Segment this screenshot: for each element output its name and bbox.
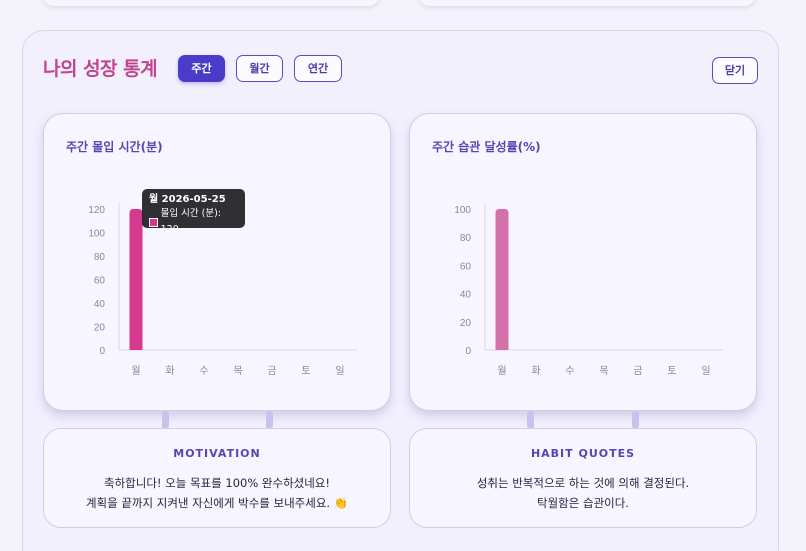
motivation-line-1: 축하합니다! 오늘 목표를 100% 완수하셨네요! [104, 476, 330, 490]
motivation-heading: MOTIVATION [173, 447, 261, 460]
focus-chart-x-tick: 수 [199, 365, 208, 377]
habit-chart-x-tick: 화 [531, 365, 540, 377]
focus-chart-y-tick: 0 [99, 346, 105, 357]
habit-chart-y-tick: 100 [454, 205, 471, 216]
habit-chart-x-tick: 금 [633, 365, 642, 377]
habit-chart-x-tick: 목 [599, 365, 608, 377]
close-button[interactable]: 닫기 [712, 57, 758, 84]
chart-tooltip: 월 2026-05-25 몰입 시간 (분): 120 [142, 189, 245, 235]
tab-weekly[interactable]: 주간 [178, 55, 225, 82]
tab-monthly[interactable]: 월간 [236, 55, 283, 82]
focus-chart-y-tick: 100 [88, 229, 105, 240]
focus-chart-x-tick: 월 [131, 365, 140, 377]
tooltip-row: 몰입 시간 (분): 120 [149, 206, 238, 238]
focus-chart-bar[interactable] [129, 209, 143, 350]
focus-chart-y-tick: 40 [94, 299, 106, 310]
motivation-card: MOTIVATION 축하합니다! 오늘 목표를 100% 완수하셨네요! 계획… [43, 428, 391, 528]
tooltip-label: 몰입 시간 (분): 120 [160, 208, 221, 235]
focus-chart-x-tick: 금 [267, 365, 276, 377]
habit-chart: 0 20 40 60 80 100 월 화 수 목 금 토 일 [454, 203, 723, 377]
habit-chart-x-tick: 토 [667, 366, 676, 377]
connector-right-2 [632, 411, 639, 429]
habit-chart-x-tick: 일 [701, 365, 710, 377]
connector-left-2 [266, 411, 273, 429]
habit-chart-bar[interactable] [495, 209, 509, 350]
connector-right-1 [527, 411, 534, 429]
habit-chart-y-tick: 80 [460, 233, 472, 244]
habit-chart-x-tick: 수 [565, 365, 574, 377]
focus-chart-x-tick: 일 [335, 365, 344, 377]
tab-yearly[interactable]: 연간 [294, 55, 342, 82]
habit-quotes-text: 성취는 반복적으로 하는 것에 의해 결정된다. 탁월함은 습관이다. [410, 473, 756, 513]
habit-chart-card: 주간 습관 달성률(%) 0 20 40 60 80 100 월 화 수 목 금 토 일 [409, 113, 757, 411]
motivation-line-2: 계획을 끝까지 지켜낸 자신에게 박수를 보내주세요. 👏 [85, 496, 349, 510]
top-card-right [418, 0, 756, 6]
habit-chart-y-tick: 0 [465, 346, 471, 357]
focus-chart-x-tick: 토 [301, 366, 310, 377]
habit-quotes-card: HABIT QUOTES 성취는 반복적으로 하는 것에 의해 결정된다. 탁월… [409, 428, 757, 528]
habit-quotes-heading: HABIT QUOTES [530, 447, 636, 460]
focus-chart-y-tick: 60 [94, 276, 106, 287]
focus-chart-y-tick: 120 [88, 205, 105, 216]
focus-chart-card: 주간 몰입 시간(분) 0 20 40 60 80 100 120 월 화 수 목 금 토 일 [43, 113, 391, 411]
top-card-left [42, 0, 380, 6]
focus-chart-x-tick: 화 [165, 365, 174, 377]
tooltip-swatch [149, 217, 158, 227]
connector-left-1 [162, 411, 169, 429]
motivation-text: 축하합니다! 오늘 목표를 100% 완수하셨네요! 계획을 끝까지 지켜낸 자… [44, 473, 390, 513]
habit-chart-y-tick: 20 [460, 318, 472, 329]
habit-chart-y-tick: 40 [460, 290, 472, 301]
habit-quote-line-1: 성취는 반복적으로 하는 것에 의해 결정된다. [476, 476, 690, 490]
focus-chart-x-tick: 목 [233, 365, 242, 377]
focus-chart-y-tick: 20 [94, 323, 106, 334]
focus-chart: 0 20 40 60 80 100 120 월 화 수 목 금 토 일 [88, 203, 357, 377]
habit-chart-x-tick: 월 [497, 365, 506, 377]
habit-chart-y-tick: 60 [460, 261, 472, 272]
tooltip-title: 월 2026-05-25 [149, 194, 226, 205]
page-title: 나의 성장 통계 [43, 58, 158, 80]
focus-chart-y-tick: 80 [94, 252, 106, 263]
habit-quote-line-2: 탁월함은 습관이다. [537, 496, 629, 510]
